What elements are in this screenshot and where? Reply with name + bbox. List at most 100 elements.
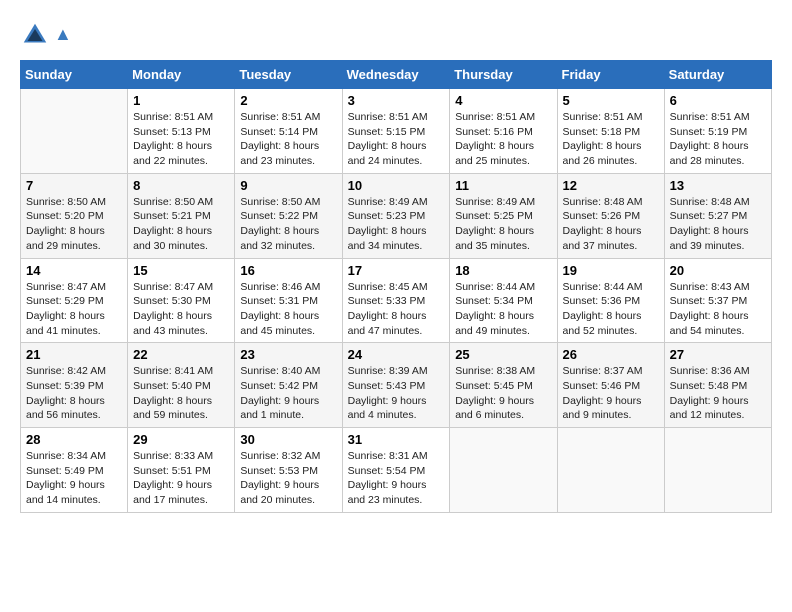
calendar-cell: 27 Sunrise: 8:36 AMSunset: 5:48 PMDayligh… xyxy=(664,343,771,428)
day-info: Sunrise: 8:36 AMSunset: 5:48 PMDaylight:… xyxy=(670,364,766,423)
day-info: Sunrise: 8:42 AMSunset: 5:39 PMDaylight:… xyxy=(26,364,122,423)
calendar-cell xyxy=(450,428,557,513)
calendar-cell: 22 Sunrise: 8:41 AMSunset: 5:40 PMDayligh… xyxy=(128,343,235,428)
logo-text: ▲ xyxy=(54,24,72,46)
calendar-cell: 17 Sunrise: 8:45 AMSunset: 5:33 PMDayligh… xyxy=(342,258,450,343)
day-info: Sunrise: 8:47 AMSunset: 5:30 PMDaylight:… xyxy=(133,280,229,339)
calendar-cell xyxy=(664,428,771,513)
day-info: Sunrise: 8:48 AMSunset: 5:26 PMDaylight:… xyxy=(563,195,659,254)
day-info: Sunrise: 8:50 AMSunset: 5:21 PMDaylight:… xyxy=(133,195,229,254)
calendar-cell: 24Sunrise: 8:39 AMSunset: 5:43 PMDayligh… xyxy=(342,343,450,428)
day-number: 20 xyxy=(670,263,766,278)
weekday-header: Tuesday xyxy=(235,61,342,89)
day-number: 14 xyxy=(26,263,122,278)
day-number: 13 xyxy=(670,178,766,193)
calendar-week-row: 28Sunrise: 8:34 AMSunset: 5:49 PMDayligh… xyxy=(21,428,772,513)
day-info: Sunrise: 8:39 AMSunset: 5:43 PMDaylight:… xyxy=(348,364,445,423)
day-number: 2 xyxy=(240,93,336,108)
calendar-cell: 13 Sunrise: 8:48 AMSunset: 5:27 PMDayligh… xyxy=(664,173,771,258)
day-info: Sunrise: 8:32 AMSunset: 5:53 PMDaylight:… xyxy=(240,449,336,508)
day-number: 18 xyxy=(455,263,551,278)
day-info: Sunrise: 8:38 AMSunset: 5:45 PMDaylight:… xyxy=(455,364,551,423)
calendar-cell: 1 Sunrise: 8:51 AMSunset: 5:13 PMDaylight… xyxy=(128,89,235,174)
day-info: Sunrise: 8:31 AMSunset: 5:54 PMDaylight:… xyxy=(348,449,445,508)
day-info: Sunrise: 8:50 AMSunset: 5:22 PMDaylight:… xyxy=(240,195,336,254)
day-info: Sunrise: 8:47 AMSunset: 5:29 PMDaylight:… xyxy=(26,280,122,339)
day-number: 26 xyxy=(563,347,659,362)
logo: ▲ xyxy=(20,20,72,50)
day-info: Sunrise: 8:41 AMSunset: 5:40 PMDaylight:… xyxy=(133,364,229,423)
calendar-cell: 15Sunrise: 8:47 AMSunset: 5:30 PMDayligh… xyxy=(128,258,235,343)
day-number: 9 xyxy=(240,178,336,193)
calendar-cell: 20 Sunrise: 8:43 AMSunset: 5:37 PMDayligh… xyxy=(664,258,771,343)
calendar-cell: 5Sunrise: 8:51 AMSunset: 5:18 PMDaylight… xyxy=(557,89,664,174)
day-number: 10 xyxy=(348,178,445,193)
day-number: 25 xyxy=(455,347,551,362)
day-number: 22 xyxy=(133,347,229,362)
calendar-table: SundayMondayTuesdayWednesdayThursdayFrid… xyxy=(20,60,772,513)
day-info: Sunrise: 8:48 AMSunset: 5:27 PMDaylight:… xyxy=(670,195,766,254)
calendar-cell: 10 Sunrise: 8:49 AMSunset: 5:23 PMDayligh… xyxy=(342,173,450,258)
weekday-header: Wednesday xyxy=(342,61,450,89)
calendar-cell: 8 Sunrise: 8:50 AMSunset: 5:21 PMDaylight… xyxy=(128,173,235,258)
day-number: 31 xyxy=(348,432,445,447)
calendar-cell: 2 Sunrise: 8:51 AMSunset: 5:14 PMDaylight… xyxy=(235,89,342,174)
day-info: Sunrise: 8:44 AMSunset: 5:34 PMDaylight:… xyxy=(455,280,551,339)
weekday-header: Sunday xyxy=(21,61,128,89)
day-info: Sunrise: 8:51 AMSunset: 5:18 PMDaylight:… xyxy=(563,110,659,169)
calendar-cell: 19 Sunrise: 8:44 AMSunset: 5:36 PMDayligh… xyxy=(557,258,664,343)
page-header: ▲ xyxy=(20,20,772,50)
calendar-week-row: 14 Sunrise: 8:47 AMSunset: 5:29 PMDayligh… xyxy=(21,258,772,343)
day-info: Sunrise: 8:34 AMSunset: 5:49 PMDaylight:… xyxy=(26,449,122,508)
day-number: 8 xyxy=(133,178,229,193)
calendar-cell: 30 Sunrise: 8:32 AMSunset: 5:53 PMDayligh… xyxy=(235,428,342,513)
day-info: Sunrise: 8:45 AMSunset: 5:33 PMDaylight:… xyxy=(348,280,445,339)
day-info: Sunrise: 8:51 AMSunset: 5:15 PMDaylight:… xyxy=(348,110,445,169)
calendar-cell: 18 Sunrise: 8:44 AMSunset: 5:34 PMDayligh… xyxy=(450,258,557,343)
calendar-cell: 12Sunrise: 8:48 AMSunset: 5:26 PMDayligh… xyxy=(557,173,664,258)
day-info: Sunrise: 8:46 AMSunset: 5:31 PMDaylight:… xyxy=(240,280,336,339)
day-number: 27 xyxy=(670,347,766,362)
weekday-header: Thursday xyxy=(450,61,557,89)
calendar-cell: 26 Sunrise: 8:37 AMSunset: 5:46 PMDayligh… xyxy=(557,343,664,428)
day-info: Sunrise: 8:51 AMSunset: 5:16 PMDaylight:… xyxy=(455,110,551,169)
day-info: Sunrise: 8:51 AMSunset: 5:14 PMDaylight:… xyxy=(240,110,336,169)
day-number: 6 xyxy=(670,93,766,108)
weekday-header: Monday xyxy=(128,61,235,89)
logo-icon xyxy=(20,20,50,50)
calendar-cell: 3 Sunrise: 8:51 AMSunset: 5:15 PMDaylight… xyxy=(342,89,450,174)
calendar-cell: 16 Sunrise: 8:46 AMSunset: 5:31 PMDayligh… xyxy=(235,258,342,343)
calendar-cell xyxy=(21,89,128,174)
day-number: 1 xyxy=(133,93,229,108)
weekday-header: Friday xyxy=(557,61,664,89)
day-number: 11 xyxy=(455,178,551,193)
calendar-cell: 23 Sunrise: 8:40 AMSunset: 5:42 PMDayligh… xyxy=(235,343,342,428)
day-info: Sunrise: 8:33 AMSunset: 5:51 PMDaylight:… xyxy=(133,449,229,508)
day-info: Sunrise: 8:50 AMSunset: 5:20 PMDaylight:… xyxy=(26,195,122,254)
day-info: Sunrise: 8:49 AMSunset: 5:25 PMDaylight:… xyxy=(455,195,551,254)
calendar-week-row: 1 Sunrise: 8:51 AMSunset: 5:13 PMDaylight… xyxy=(21,89,772,174)
weekday-header: Saturday xyxy=(664,61,771,89)
day-info: Sunrise: 8:44 AMSunset: 5:36 PMDaylight:… xyxy=(563,280,659,339)
day-info: Sunrise: 8:51 AMSunset: 5:13 PMDaylight:… xyxy=(133,110,229,169)
day-info: Sunrise: 8:51 AMSunset: 5:19 PMDaylight:… xyxy=(670,110,766,169)
weekday-header-row: SundayMondayTuesdayWednesdayThursdayFrid… xyxy=(21,61,772,89)
calendar-cell: 11 Sunrise: 8:49 AMSunset: 5:25 PMDayligh… xyxy=(450,173,557,258)
calendar-cell: 21Sunrise: 8:42 AMSunset: 5:39 PMDayligh… xyxy=(21,343,128,428)
day-number: 3 xyxy=(348,93,445,108)
day-number: 19 xyxy=(563,263,659,278)
day-number: 30 xyxy=(240,432,336,447)
day-number: 23 xyxy=(240,347,336,362)
day-info: Sunrise: 8:37 AMSunset: 5:46 PMDaylight:… xyxy=(563,364,659,423)
day-info: Sunrise: 8:49 AMSunset: 5:23 PMDaylight:… xyxy=(348,195,445,254)
day-number: 4 xyxy=(455,93,551,108)
calendar-cell: 4 Sunrise: 8:51 AMSunset: 5:16 PMDaylight… xyxy=(450,89,557,174)
day-info: Sunrise: 8:40 AMSunset: 5:42 PMDaylight:… xyxy=(240,364,336,423)
calendar-cell: 9 Sunrise: 8:50 AMSunset: 5:22 PMDaylight… xyxy=(235,173,342,258)
day-number: 16 xyxy=(240,263,336,278)
day-number: 29 xyxy=(133,432,229,447)
calendar-cell: 29 Sunrise: 8:33 AMSunset: 5:51 PMDayligh… xyxy=(128,428,235,513)
day-info: Sunrise: 8:43 AMSunset: 5:37 PMDaylight:… xyxy=(670,280,766,339)
day-number: 17 xyxy=(348,263,445,278)
calendar-week-row: 21Sunrise: 8:42 AMSunset: 5:39 PMDayligh… xyxy=(21,343,772,428)
